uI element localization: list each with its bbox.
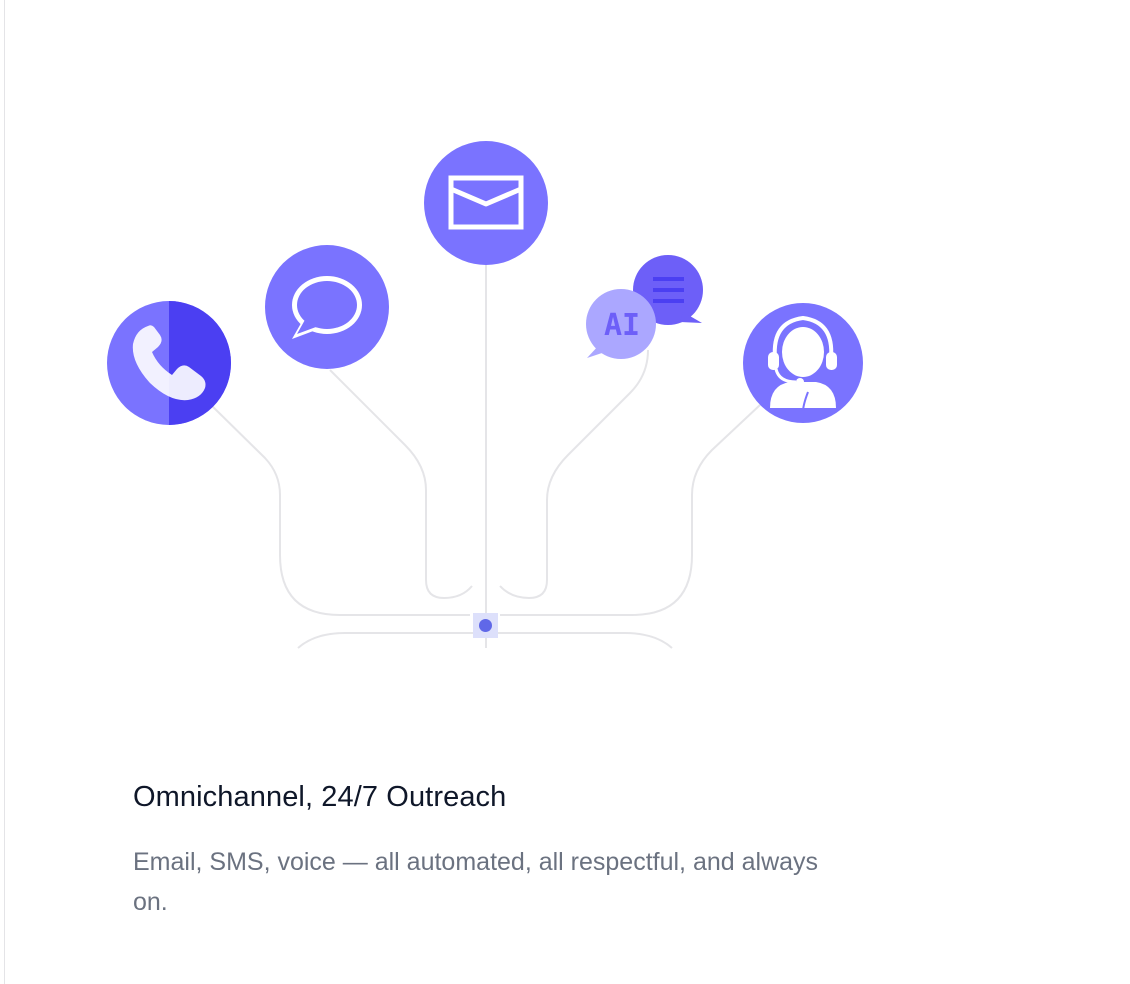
hub-node <box>473 613 498 638</box>
card-description: Email, SMS, voice — all automated, all r… <box>133 848 819 916</box>
ai-chat-icon: AI <box>586 255 703 359</box>
feature-card: AI Omnichannel, 24/7 Outreach Email, SMS… <box>0 0 1130 984</box>
support-agent-icon <box>743 303 863 423</box>
channels-illustration: AI <box>107 141 863 649</box>
chat-bubble-icon <box>265 245 389 369</box>
email-icon <box>424 141 548 265</box>
ai-label: AI <box>604 308 640 343</box>
card-title: Omnichannel, 24/7 Outreach <box>133 781 507 813</box>
